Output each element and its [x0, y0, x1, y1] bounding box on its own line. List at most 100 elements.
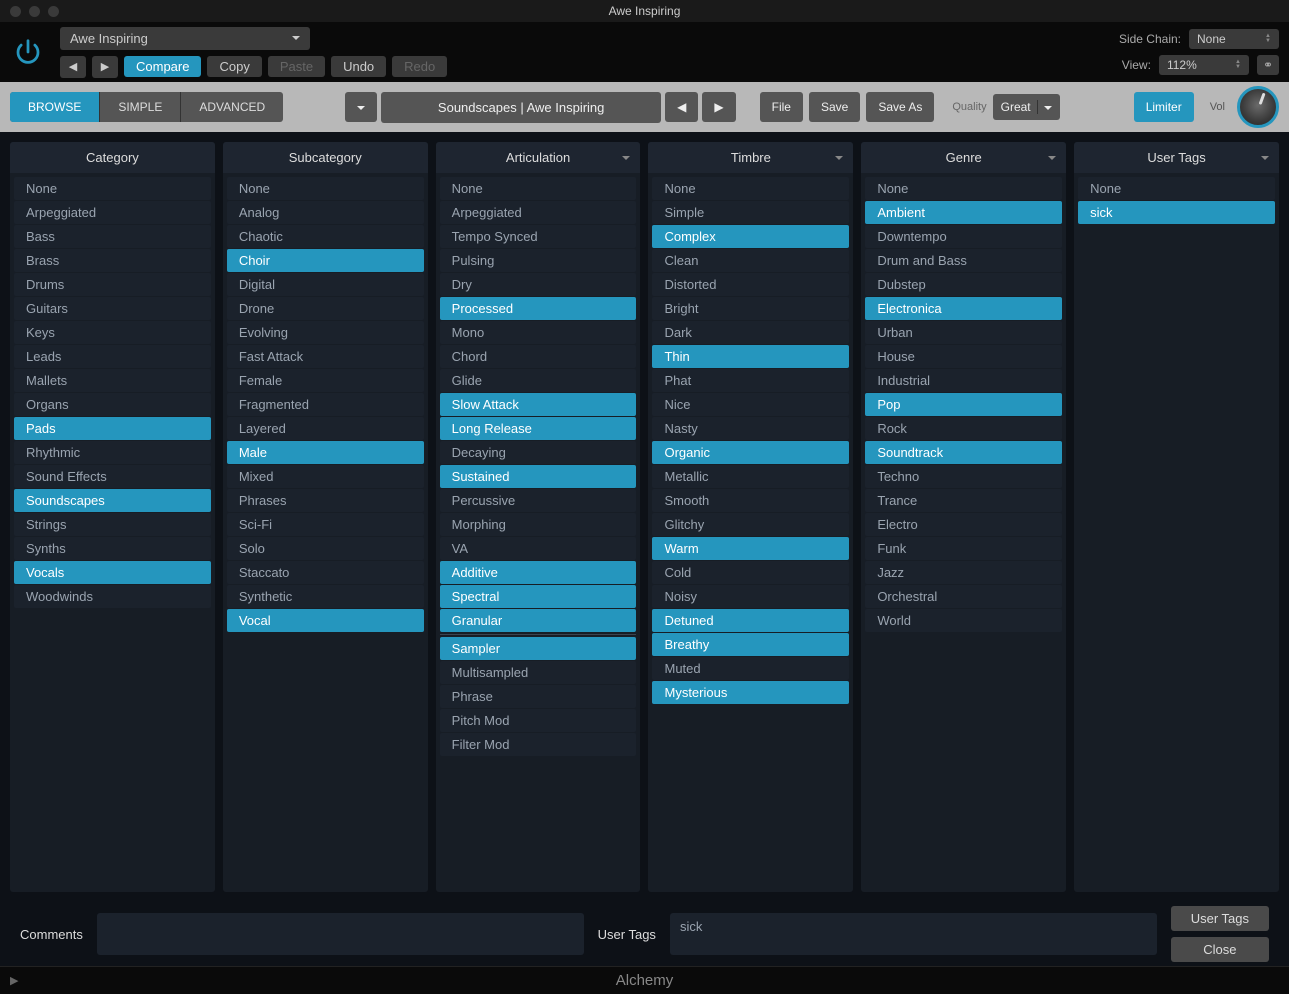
paste-button[interactable]: Paste	[268, 56, 325, 77]
list-item[interactable]: Trance	[865, 489, 1062, 512]
list-item[interactable]: Processed	[440, 297, 637, 320]
list-item[interactable]: Industrial	[865, 369, 1062, 392]
quality-select[interactable]: Great	[993, 94, 1060, 120]
list-item[interactable]: Staccato	[227, 561, 424, 584]
link-icon[interactable]: ⚭	[1257, 55, 1279, 75]
list-item[interactable]: Glitchy	[652, 513, 849, 536]
list-item[interactable]: Pitch Mod	[440, 709, 637, 732]
list-item[interactable]: Soundtrack	[865, 441, 1062, 464]
list-item[interactable]: Pads	[14, 417, 211, 440]
list-item[interactable]: Glide	[440, 369, 637, 392]
list-item[interactable]: Complex	[652, 225, 849, 248]
list-item[interactable]: Noisy	[652, 585, 849, 608]
play-icon[interactable]: ▶	[10, 974, 18, 987]
list-item[interactable]: Rhythmic	[14, 441, 211, 464]
usertags-header[interactable]: User Tags	[1074, 142, 1279, 173]
prev-preset-button[interactable]: ◀	[60, 56, 86, 78]
list-item[interactable]: Slow Attack	[440, 393, 637, 416]
list-item[interactable]: Solo	[227, 537, 424, 560]
list-item[interactable]: Smooth	[652, 489, 849, 512]
list-item[interactable]: Sampler	[440, 637, 637, 660]
list-item[interactable]: Fast Attack	[227, 345, 424, 368]
list-item[interactable]: Fragmented	[227, 393, 424, 416]
list-item[interactable]: Distorted	[652, 273, 849, 296]
list-item[interactable]: Layered	[227, 417, 424, 440]
list-item[interactable]: Pulsing	[440, 249, 637, 272]
list-item[interactable]: Decaying	[440, 441, 637, 464]
tab-simple[interactable]: SIMPLE	[100, 92, 181, 122]
compare-button[interactable]: Compare	[124, 56, 201, 77]
list-item[interactable]: Additive	[440, 561, 637, 584]
next-preset-toolbar-button[interactable]: ▶	[702, 92, 735, 122]
list-item[interactable]: VA	[440, 537, 637, 560]
list-item[interactable]: Female	[227, 369, 424, 392]
list-item[interactable]: Digital	[227, 273, 424, 296]
list-item[interactable]: Nasty	[652, 417, 849, 440]
list-item[interactable]: Dubstep	[865, 273, 1062, 296]
list-item[interactable]: Bass	[14, 225, 211, 248]
power-icon[interactable]	[10, 34, 46, 70]
list-item[interactable]: Mono	[440, 321, 637, 344]
list-item[interactable]: Spectral	[440, 585, 637, 608]
list-item[interactable]: Leads	[14, 345, 211, 368]
save-as-button[interactable]: Save As	[866, 92, 934, 122]
list-item[interactable]: Nice	[652, 393, 849, 416]
list-item[interactable]: None	[1078, 177, 1275, 200]
list-item[interactable]: Downtempo	[865, 225, 1062, 248]
list-item[interactable]: Arpeggiated	[440, 201, 637, 224]
list-item[interactable]: World	[865, 609, 1062, 632]
list-item[interactable]: Organs	[14, 393, 211, 416]
timbre-header[interactable]: Timbre	[648, 142, 853, 173]
list-item[interactable]: Morphing	[440, 513, 637, 536]
list-item[interactable]: Tempo Synced	[440, 225, 637, 248]
list-item[interactable]: Mallets	[14, 369, 211, 392]
list-item[interactable]: Chord	[440, 345, 637, 368]
list-item[interactable]: Keys	[14, 321, 211, 344]
list-item[interactable]: Phrase	[440, 685, 637, 708]
undo-button[interactable]: Undo	[331, 56, 386, 77]
list-item[interactable]: Woodwinds	[14, 585, 211, 608]
tab-advanced[interactable]: ADVANCED	[181, 92, 283, 122]
list-item[interactable]: Phat	[652, 369, 849, 392]
list-item[interactable]: Drone	[227, 297, 424, 320]
list-item[interactable]: Guitars	[14, 297, 211, 320]
list-item[interactable]: Urban	[865, 321, 1062, 344]
list-item[interactable]: Detuned	[652, 609, 849, 632]
list-item[interactable]: Vocals	[14, 561, 211, 584]
list-item[interactable]: Sci-Fi	[227, 513, 424, 536]
list-item[interactable]: Jazz	[865, 561, 1062, 584]
preset-menu-button[interactable]	[345, 92, 377, 122]
list-item[interactable]: Brass	[14, 249, 211, 272]
preset-dropdown[interactable]: Awe Inspiring	[60, 27, 310, 50]
list-item[interactable]: None	[227, 177, 424, 200]
list-item[interactable]: None	[14, 177, 211, 200]
list-item[interactable]: Simple	[652, 201, 849, 224]
list-item[interactable]: Rock	[865, 417, 1062, 440]
list-item[interactable]: Synths	[14, 537, 211, 560]
prev-preset-toolbar-button[interactable]: ◀	[665, 92, 698, 122]
list-item[interactable]: Ambient	[865, 201, 1062, 224]
close-window-button[interactable]	[10, 6, 21, 17]
save-button[interactable]: Save	[809, 92, 860, 122]
tab-browse[interactable]: BROWSE	[10, 92, 100, 122]
list-item[interactable]: Vocal	[227, 609, 424, 632]
list-item[interactable]: Filter Mod	[440, 733, 637, 756]
limiter-button[interactable]: Limiter	[1134, 92, 1194, 122]
list-item[interactable]: Muted	[652, 657, 849, 680]
list-item[interactable]: Multisampled	[440, 661, 637, 684]
list-item[interactable]: Analog	[227, 201, 424, 224]
preset-display[interactable]: Soundscapes | Awe Inspiring	[381, 92, 661, 123]
close-button[interactable]: Close	[1171, 937, 1269, 962]
list-item[interactable]: None	[440, 177, 637, 200]
list-item[interactable]: Male	[227, 441, 424, 464]
list-item[interactable]: Mixed	[227, 465, 424, 488]
list-item[interactable]: Mysterious	[652, 681, 849, 704]
list-item[interactable]: House	[865, 345, 1062, 368]
list-item[interactable]: Soundscapes	[14, 489, 211, 512]
list-item[interactable]: Drum and Bass	[865, 249, 1062, 272]
side-chain-select[interactable]: None ▲▼	[1189, 29, 1279, 49]
list-item[interactable]: Dark	[652, 321, 849, 344]
view-zoom-select[interactable]: 112% ▲▼	[1159, 55, 1249, 75]
list-item[interactable]: Electro	[865, 513, 1062, 536]
articulation-header[interactable]: Articulation	[436, 142, 641, 173]
